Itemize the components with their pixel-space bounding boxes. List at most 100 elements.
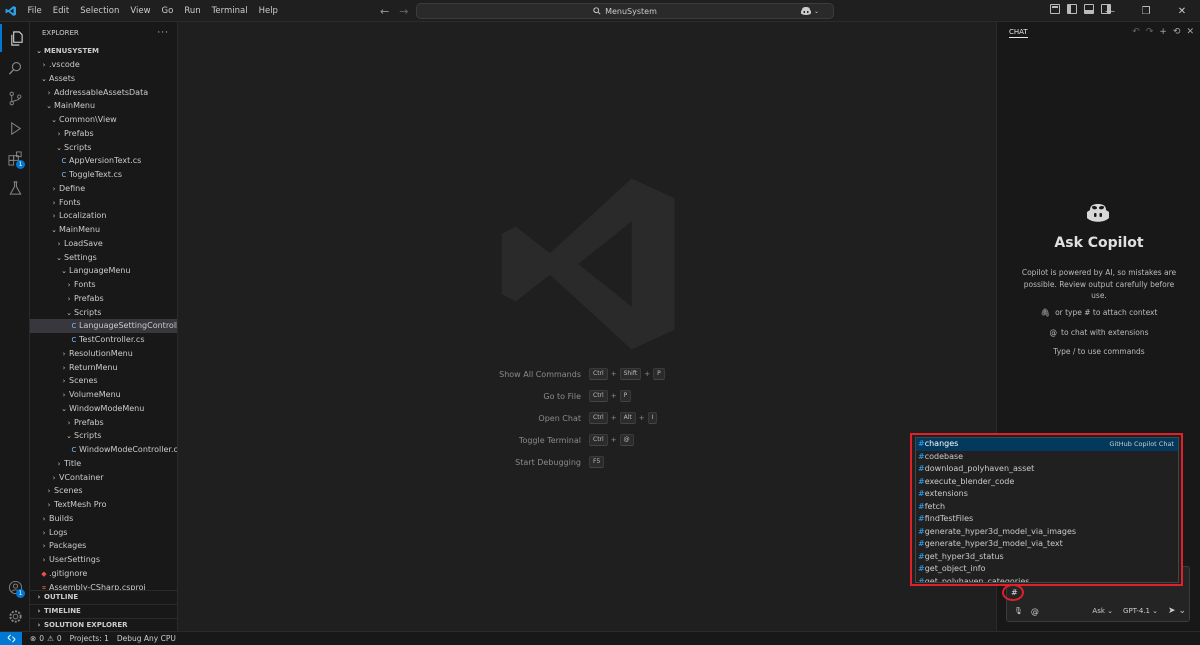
shortcut-show-all-commands[interactable]: Show All Commands Ctrl + Shift + P	[438, 368, 838, 380]
restore-icon[interactable]: ❐	[1128, 0, 1164, 22]
solution-explorer-section[interactable]: › SOLUTION EXPLORER	[30, 618, 177, 631]
projects-status[interactable]: Projects: 1	[70, 634, 109, 643]
tree-file[interactable]: ◆ .gitignore	[30, 567, 177, 581]
search-icon[interactable]	[0, 54, 30, 82]
tree-folder[interactable]: › UserSettings	[30, 553, 177, 567]
tree-folder[interactable]: › Scenes	[30, 484, 177, 498]
suggestion-item[interactable]: #execute_blender_code	[916, 476, 1178, 489]
tree-folder[interactable]: › Prefabs	[30, 292, 177, 306]
toggle-sidebar-icon[interactable]	[1067, 4, 1077, 14]
suggestion-item[interactable]: #get_polyhaven_categories	[916, 576, 1178, 583]
tree-folder[interactable]: › ResolutionMenu	[30, 347, 177, 361]
close-icon[interactable]: ✕	[1164, 0, 1200, 22]
microphone-icon[interactable]: 🎙	[1014, 607, 1023, 615]
tree-folder[interactable]: › Packages	[30, 539, 177, 553]
tree-folder[interactable]: ⌄ Scripts	[30, 429, 177, 443]
tree-folder[interactable]: ⌄ Scripts	[30, 306, 177, 320]
tree-file[interactable]: C LanguageSettingControll...	[30, 319, 177, 333]
problems-status[interactable]: ⊗ 0 ⚠ 0	[30, 634, 62, 643]
tree-file[interactable]: C TestController.cs	[30, 333, 177, 347]
tree-folder[interactable]: › Builds	[30, 512, 177, 526]
suggestion-item[interactable]: #generate_hyper3d_model_via_text	[916, 538, 1178, 551]
shortcut-open-chat[interactable]: Open Chat Ctrl + Alt + I	[438, 412, 838, 424]
suggestion-item[interactable]: #generate_hyper3d_model_via_images	[916, 526, 1178, 539]
tree-folder[interactable]: › Fonts	[30, 196, 177, 210]
suggestion-item[interactable]: #extensions	[916, 488, 1178, 501]
tree-folder[interactable]: › Logs	[30, 526, 177, 540]
tree-folder[interactable]: › VContainer	[30, 471, 177, 485]
menu-go[interactable]: Go	[156, 0, 179, 22]
tree-folder[interactable]: ⌄ Settings	[30, 251, 177, 265]
explorer-icon[interactable]	[0, 24, 30, 52]
accounts-icon[interactable]: 1	[0, 573, 30, 601]
shortcut-go-to-file[interactable]: Go to File Ctrl + P	[438, 390, 838, 402]
shortcut-toggle-terminal[interactable]: Toggle Terminal Ctrl + @	[438, 434, 838, 446]
suggestion-item[interactable]: #download_polyhaven_asset	[916, 463, 1178, 476]
minimize-icon[interactable]: —	[1092, 0, 1128, 22]
menu-run[interactable]: Run	[179, 0, 206, 22]
close-icon[interactable]: ✕	[1186, 27, 1194, 37]
tree-folder[interactable]: ⌄ LanguageMenu	[30, 264, 177, 278]
copilot-menu-button[interactable]: ⌄	[800, 4, 819, 18]
remote-window-icon[interactable]	[0, 631, 22, 645]
testing-icon[interactable]	[0, 174, 30, 202]
tree-folder[interactable]: ⌄ Scripts	[30, 141, 177, 155]
send-icon[interactable]: ➤ ⌄	[1168, 606, 1186, 616]
model-picker[interactable]: GPT-4.1 ⌄	[1123, 607, 1158, 615]
tree-folder[interactable]: ⌄ MainMenu	[30, 223, 177, 237]
tree-folder[interactable]: ⌄ Assets	[30, 72, 177, 86]
suggestion-item[interactable]: #findTestFiles	[916, 513, 1178, 526]
tree-folder[interactable]: › Prefabs	[30, 127, 177, 141]
run-debug-icon[interactable]	[0, 114, 30, 142]
outline-section[interactable]: › OUTLINE	[30, 590, 177, 604]
undo-icon[interactable]: ↶	[1132, 27, 1140, 37]
menu-view[interactable]: View	[125, 0, 156, 22]
chat-tab[interactable]: CHAT	[1009, 28, 1028, 38]
suggestion-item[interactable]: #get_hyper3d_status	[916, 551, 1178, 564]
suggestion-item[interactable]: #codebase	[916, 451, 1178, 464]
more-actions-icon[interactable]: ···	[157, 28, 169, 38]
forward-arrow-icon[interactable]: →	[399, 5, 408, 18]
suggestion-item[interactable]: #get_object_info	[916, 563, 1178, 576]
tree-folder[interactable]: ⌄ Common\View	[30, 113, 177, 127]
workspace-root-folder[interactable]: ⌄ MENUSYSTEM	[30, 44, 177, 58]
customize-layout-icon[interactable]	[1050, 4, 1060, 14]
tree-folder[interactable]: › Prefabs	[30, 416, 177, 430]
command-center-search[interactable]: MenuSystem	[416, 3, 834, 19]
tree-file[interactable]: C AppVersionText.cs	[30, 154, 177, 168]
new-chat-icon[interactable]: +	[1159, 27, 1167, 37]
menu-terminal[interactable]: Terminal	[206, 0, 253, 22]
tree-file[interactable]: C ToggleText.cs	[30, 168, 177, 182]
tree-folder[interactable]: › Define	[30, 182, 177, 196]
mode-picker[interactable]: Ask ⌄	[1092, 607, 1113, 615]
timeline-section[interactable]: › TIMELINE	[30, 604, 177, 618]
menu-selection[interactable]: Selection	[75, 0, 125, 22]
tree-folder[interactable]: ⌄ WindowModeMenu	[30, 402, 177, 416]
tree-folder[interactable]: › Title	[30, 457, 177, 471]
tree-file[interactable]: C WindowModeController.cs	[30, 443, 177, 457]
tree-folder[interactable]: › TextMesh Pro	[30, 498, 177, 512]
extensions-icon[interactable]: 1	[0, 144, 30, 172]
menu-file[interactable]: File	[22, 0, 47, 22]
tree-folder[interactable]: › .vscode	[30, 58, 177, 72]
tree-folder[interactable]: › AddressableAssetsData	[30, 86, 177, 100]
tree-folder[interactable]: › ReturnMenu	[30, 361, 177, 375]
tree-folder[interactable]: ⌄ MainMenu	[30, 99, 177, 113]
shortcut-start-debugging[interactable]: Start Debugging F5	[438, 456, 838, 468]
mention-icon[interactable]: @	[1031, 607, 1039, 616]
tree-folder[interactable]: › VolumeMenu	[30, 388, 177, 402]
tree-folder[interactable]: › Fonts	[30, 278, 177, 292]
source-control-icon[interactable]	[0, 84, 30, 112]
tree-folder[interactable]: › Scenes	[30, 374, 177, 388]
history-icon[interactable]: ⟲	[1173, 27, 1181, 37]
redo-icon[interactable]: ↷	[1146, 27, 1154, 37]
settings-gear-icon[interactable]	[0, 602, 30, 630]
suggestion-item[interactable]: #fetch	[916, 501, 1178, 514]
debug-config-status[interactable]: Debug Any CPU	[117, 634, 176, 643]
tree-folder[interactable]: › Localization	[30, 209, 177, 223]
back-arrow-icon[interactable]: ←	[380, 5, 389, 18]
tree-folder[interactable]: › LoadSave	[30, 237, 177, 251]
suggestion-item[interactable]: #changes GitHub Copilot Chat	[916, 438, 1178, 451]
menu-edit[interactable]: Edit	[47, 0, 74, 22]
menu-help[interactable]: Help	[253, 0, 283, 22]
